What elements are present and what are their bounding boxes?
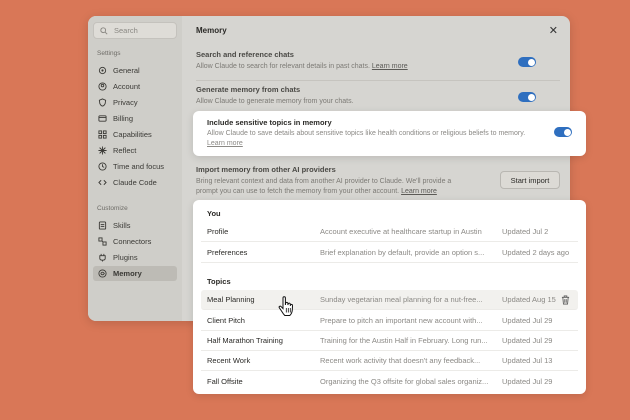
sidebar-item-label: Skills (113, 221, 131, 230)
close-icon[interactable]: ✕ (549, 24, 558, 37)
item-updated: Updated Jul 29 (502, 376, 553, 386)
sensitive-topics-title: Include sensitive topics in memory (207, 118, 332, 127)
sensitive-topics-desc: Allow Claude to save details about sensi… (207, 129, 527, 149)
item-name: Half Marathon Training (207, 336, 283, 345)
list-item[interactable]: Fall Offsite Organizing the Q3 offsite f… (201, 371, 578, 391)
generate-memory-title: Generate memory from chats (196, 85, 301, 94)
sensitive-topics-desc-text: Allow Claude to save details about sensi… (207, 130, 526, 137)
shield-icon (98, 98, 107, 107)
grid-icon (98, 130, 107, 139)
import-desc: Bring relevant context and data from ano… (196, 177, 458, 197)
item-desc: Sunday vegetarian meal planning for a nu… (320, 295, 483, 304)
customize-section-label: Customize (97, 205, 128, 212)
search-icon (100, 26, 108, 35)
sidebar-item-label: Memory (113, 269, 142, 278)
list-item[interactable]: Meal Planning Sunday vegetarian meal pla… (201, 290, 578, 310)
item-desc: Account executive at healthcare startup … (320, 227, 482, 236)
item-updated: Updated Jul 13 (502, 356, 553, 365)
item-desc: Training for the Austin Half in February… (320, 336, 488, 345)
sidebar-item-label: Plugins (113, 253, 138, 262)
list-item[interactable]: Half Marathon Training Training for the … (201, 331, 578, 351)
search-chats-desc-text: Allow Claude to search for relevant deta… (196, 63, 370, 70)
hand-cursor-icon (277, 296, 297, 323)
item-desc: Recent work activity that doesn't any fe… (320, 356, 481, 365)
item-name: Client Pitch (207, 316, 245, 325)
item-name: Profile (207, 227, 229, 236)
sidebar-item-connectors[interactable]: Connectors (93, 234, 177, 249)
sidebar-item-label: General (113, 66, 140, 75)
sidebar-item-label: Time and focus (113, 162, 164, 171)
list-item[interactable]: Profile Account executive at healthcare … (201, 222, 578, 242)
sidebar-item-label: Reflect (113, 146, 137, 155)
code-icon (98, 178, 107, 187)
sidebar-item-label: Privacy (113, 98, 138, 107)
memory-list-card: You Profile Account executive at healthc… (193, 200, 586, 394)
skills-icon (98, 221, 107, 230)
divider (196, 80, 560, 81)
item-desc: Brief explanation by default, provide an… (320, 248, 485, 257)
learn-more-link[interactable]: Learn more (207, 140, 243, 147)
start-import-button[interactable]: Start import (500, 171, 560, 189)
item-name: Fall Offsite (207, 376, 243, 386)
item-desc: Prepare to pitch an important new accoun… (320, 316, 483, 325)
search-chats-title: Search and reference chats (196, 50, 294, 59)
sidebar-item-label: Connectors (113, 237, 152, 246)
generate-memory-toggle[interactable] (518, 92, 536, 102)
item-name: Meal Planning (207, 295, 255, 304)
topics-header: Topics (207, 277, 231, 286)
item-updated: Updated Aug 15 (502, 295, 556, 304)
settings-section-label: Settings (97, 50, 121, 57)
item-updated: Updated Jul 2 (502, 227, 549, 236)
sidebar-item-skills[interactable]: Skills (93, 218, 177, 233)
sidebar-item-label: Claude Code (113, 178, 157, 187)
sidebar-item-memory[interactable]: Memory (93, 266, 177, 281)
import-title: Import memory from other AI providers (196, 165, 336, 174)
sidebar-item-billing[interactable]: Billing (93, 111, 177, 126)
search-chats-toggle[interactable] (518, 57, 536, 67)
generate-memory-desc: Allow Claude to generate memory from you… (196, 98, 354, 105)
sensitive-topics-toggle[interactable] (554, 127, 572, 137)
item-updated: Updated Jul 29 (502, 336, 553, 345)
sparkle-icon (98, 146, 107, 155)
clock-icon (98, 162, 107, 171)
memory-icon (98, 269, 107, 278)
sidebar-item-capabilities[interactable]: Capabilities (93, 127, 177, 142)
user-circle-icon (98, 82, 107, 91)
sidebar-item-label: Billing (113, 114, 134, 123)
learn-more-link[interactable]: Learn more (401, 188, 437, 195)
sidebar-item-reflect[interactable]: Reflect (93, 143, 177, 158)
item-updated: Updated Jul 29 (502, 316, 553, 325)
sidebar-item-general[interactable]: General (93, 63, 177, 78)
sidebar-item-time-and-focus[interactable]: Time and focus (93, 159, 177, 174)
sidebar: Search Settings General Account Privacy … (88, 16, 182, 321)
item-updated: Updated 2 days ago (502, 248, 570, 257)
list-item[interactable]: Client Pitch Prepare to pitch an importa… (201, 311, 578, 331)
sidebar-item-account[interactable]: Account (93, 79, 177, 94)
plugin-icon (98, 253, 107, 262)
sidebar-item-privacy[interactable]: Privacy (93, 95, 177, 110)
item-name: Recent Work (207, 356, 251, 365)
connectors-icon (98, 237, 107, 246)
sidebar-item-plugins[interactable]: Plugins (93, 250, 177, 265)
item-desc: Organizing the Q3 offsite for global sal… (320, 376, 489, 386)
sliders-icon (98, 66, 107, 75)
sensitive-topics-card: Include sensitive topics in memory Allow… (193, 111, 586, 156)
credit-card-icon (98, 114, 107, 123)
list-item[interactable]: Preferences Brief explanation by default… (201, 243, 578, 263)
learn-more-link[interactable]: Learn more (372, 63, 408, 70)
you-header: You (207, 209, 221, 218)
item-name: Preferences (207, 248, 248, 257)
search-placeholder: Search (114, 26, 138, 35)
trash-icon[interactable] (561, 295, 570, 307)
search-chats-desc: Allow Claude to search for relevant deta… (196, 62, 408, 72)
page-title: Memory (196, 26, 227, 35)
sidebar-item-label: Account (113, 82, 141, 91)
sidebar-item-claude-code[interactable]: Claude Code (93, 175, 177, 190)
list-item[interactable]: Recent Work Recent work activity that do… (201, 351, 578, 371)
search-input[interactable]: Search (93, 22, 177, 39)
sidebar-item-label: Capabilities (113, 130, 152, 139)
